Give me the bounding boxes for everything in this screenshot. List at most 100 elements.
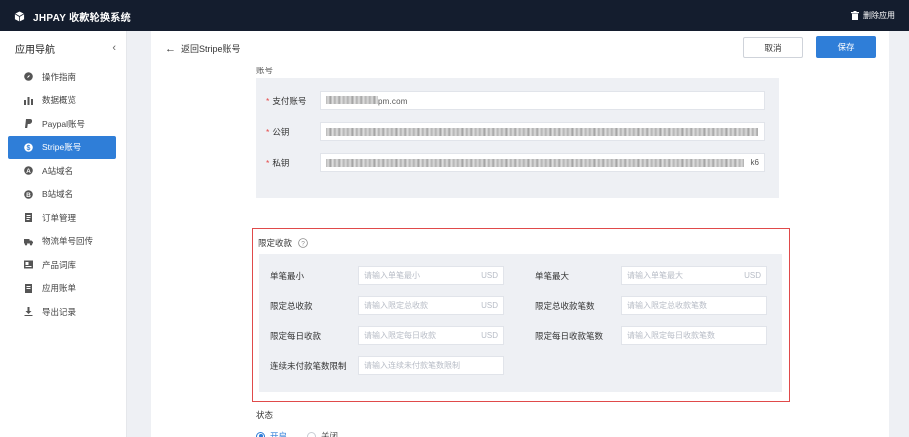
paypal-icon — [24, 119, 33, 129]
dollar-icon: $ — [24, 142, 33, 152]
currency-suffix: USD — [481, 271, 498, 280]
account-panel: * 支付账号 pm.com * 公钥 * 私钥 k6 — [256, 78, 779, 198]
radio-checked-icon — [256, 431, 265, 437]
public-key-input[interactable] — [320, 122, 765, 141]
truck-icon — [24, 237, 33, 246]
daily-count-label: 限定每日收款笔数 — [535, 330, 604, 341]
limit-row-unpaid: 连续未付款笔数限制 请输入连续未付款笔数限制 — [270, 356, 504, 375]
sidebar-item-overview[interactable]: 数据概览 — [8, 89, 116, 113]
min-amount-label: 单笔最小 — [270, 270, 305, 281]
sidebar-item-products[interactable]: 产品词库 — [8, 253, 116, 277]
public-key-masked-value — [326, 127, 758, 136]
question-circle-icon[interactable]: ? — [298, 238, 308, 248]
top-bar: JHPAY 收款轮换系统 删除应用 — [0, 0, 909, 31]
currency-suffix: USD — [481, 331, 498, 340]
min-amount-input[interactable]: 请输入单笔最小 USD — [358, 266, 504, 285]
total-count-input[interactable]: 请输入限定总收款笔数 — [621, 296, 767, 315]
sidebar-item-label: 订单管理 — [42, 212, 77, 223]
back-label: 返回Stripe账号 — [181, 44, 241, 54]
sidebar-item-label: 产品词库 — [42, 259, 77, 270]
back-link[interactable]: ← 返回Stripe账号 — [165, 42, 241, 55]
sidebar-item-stripe[interactable]: $ Stripe账号 — [8, 135, 116, 159]
sidebar-item-guide[interactable]: 操作指南 — [8, 65, 116, 89]
unpaid-limit-input[interactable]: 请输入连续未付款笔数限制 — [358, 356, 504, 375]
sidebar-item-orders[interactable]: 订单管理 — [8, 206, 116, 230]
svg-text:B: B — [26, 192, 31, 199]
trash-icon — [851, 11, 859, 20]
limit-row-min: 单笔最小 请输入单笔最小 USD — [270, 266, 504, 285]
limit-row-daily: 限定每日收款 请输入限定每日收款 USD — [270, 326, 504, 345]
sidebar-item-site-a[interactable]: A A站域名 — [8, 159, 116, 183]
svg-text:?: ? — [301, 240, 305, 247]
status-label: 状态 — [256, 410, 274, 420]
sidebar-item-tracking[interactable]: 物流单号回传 — [8, 230, 116, 254]
limits-title: 限定收款 ? — [258, 237, 308, 249]
private-key-label: * 私钥 — [266, 157, 290, 168]
max-amount-label: 单笔最大 — [535, 270, 570, 281]
sidebar-item-label: 应用账单 — [42, 283, 77, 294]
sidebar-item-site-b[interactable]: B B站域名 — [8, 183, 116, 207]
status-off-radio[interactable]: 关闭 — [307, 430, 338, 437]
private-key-input[interactable]: k6 — [320, 153, 765, 172]
pay-account-input[interactable]: pm.com — [320, 91, 765, 110]
bill-icon — [24, 283, 33, 293]
compass-icon — [24, 72, 33, 82]
total-amount-label: 限定总收款 — [270, 300, 313, 311]
total-amount-input[interactable]: 请输入限定总收款 USD — [358, 296, 504, 315]
cancel-button[interactable]: 取消 — [743, 37, 803, 58]
status-off-label: 关闭 — [321, 431, 339, 437]
sidebar-item-label: A站域名 — [42, 165, 74, 176]
svg-text:$: $ — [27, 145, 31, 152]
sidebar-heading: 应用导航 — [15, 44, 55, 56]
sidebar-item-label: 导出记录 — [42, 306, 77, 317]
delete-app-button[interactable]: 删除应用 — [851, 10, 895, 21]
sidebar-item-label: B站域名 — [42, 189, 74, 200]
page-toolbar: ← 返回Stripe账号 取消 保存 — [151, 31, 889, 67]
letter-b-icon: B — [24, 189, 33, 199]
sidebar-item-label: 操作指南 — [42, 71, 77, 82]
collapse-chevron-icon[interactable]: ‹ — [112, 42, 116, 54]
limits-highlight-box: 限定收款 ? 单笔最小 请输入单笔最小 USD 单笔最大 请输入单笔最大 USD — [252, 228, 790, 402]
limit-row-max: 单笔最大 请输入单笔最大 USD — [535, 266, 767, 285]
svg-text:A: A — [26, 168, 31, 175]
download-icon — [24, 307, 33, 317]
sidebar-item-bills[interactable]: 应用账单 — [8, 277, 116, 301]
arrow-left-icon: ← — [165, 42, 176, 55]
max-amount-input[interactable]: 请输入单笔最大 USD — [621, 266, 767, 285]
sidebar-nav: 操作指南 数据概览 Paypal账号 $ Stripe账号 A A站域名 B B… — [0, 65, 126, 324]
limit-row-daily-count: 限定每日收款笔数 请输入限定每日收款笔数 — [535, 326, 767, 345]
unpaid-limit-label: 连续未付款笔数限制 — [270, 360, 347, 371]
private-key-tail: k6 — [750, 158, 759, 167]
limits-panel: 单笔最小 请输入单笔最小 USD 单笔最大 请输入单笔最大 USD 限定总收款 — [259, 254, 782, 392]
sidebar-item-exports[interactable]: 导出记录 — [8, 300, 116, 324]
pay-account-label: * 支付账号 — [266, 95, 307, 106]
cube-icon — [14, 11, 25, 22]
sidebar-header: 应用导航 ‹ — [0, 31, 126, 65]
delete-app-label: 删除应用 — [863, 11, 895, 20]
sidebar-item-paypal[interactable]: Paypal账号 — [8, 112, 116, 136]
daily-amount-input[interactable]: 请输入限定每日收款 USD — [358, 326, 504, 345]
bar-chart-icon — [24, 96, 33, 105]
status-on-radio[interactable]: 开启 — [256, 430, 287, 437]
main-area: ← 返回Stripe账号 取消 保存 账号 * 支付账号 pm.com * 公钥 *… — [127, 31, 909, 437]
sidebar-item-label: Stripe账号 — [42, 142, 82, 153]
save-button[interactable]: 保存 — [816, 36, 876, 58]
daily-count-input[interactable]: 请输入限定每日收款笔数 — [621, 326, 767, 345]
letter-a-icon: A — [24, 166, 33, 175]
total-count-label: 限定总收款笔数 — [535, 300, 595, 311]
account-section-label: 账号 — [256, 67, 274, 75]
daily-amount-label: 限定每日收款 — [270, 330, 322, 341]
public-key-row: * 公钥 — [266, 122, 765, 141]
currency-suffix: USD — [744, 271, 761, 280]
sidebar: 应用导航 ‹ 操作指南 数据概览 Paypal账号 $ Stripe账号 A A… — [0, 31, 127, 437]
app-title: JHPAY 收款轮换系统 — [33, 13, 131, 24]
sidebar-item-label: 物流单号回传 — [42, 236, 94, 247]
currency-suffix: USD — [481, 301, 498, 310]
limits-title-text: 限定收款 — [258, 238, 293, 248]
document-icon — [24, 213, 33, 223]
sidebar-item-label: Paypal账号 — [42, 118, 85, 129]
radio-unchecked-icon — [307, 431, 317, 437]
sidebar-item-label: 数据概览 — [42, 95, 77, 106]
private-key-row: * 私钥 k6 — [266, 153, 765, 172]
limit-row-total: 限定总收款 请输入限定总收款 USD — [270, 296, 504, 315]
